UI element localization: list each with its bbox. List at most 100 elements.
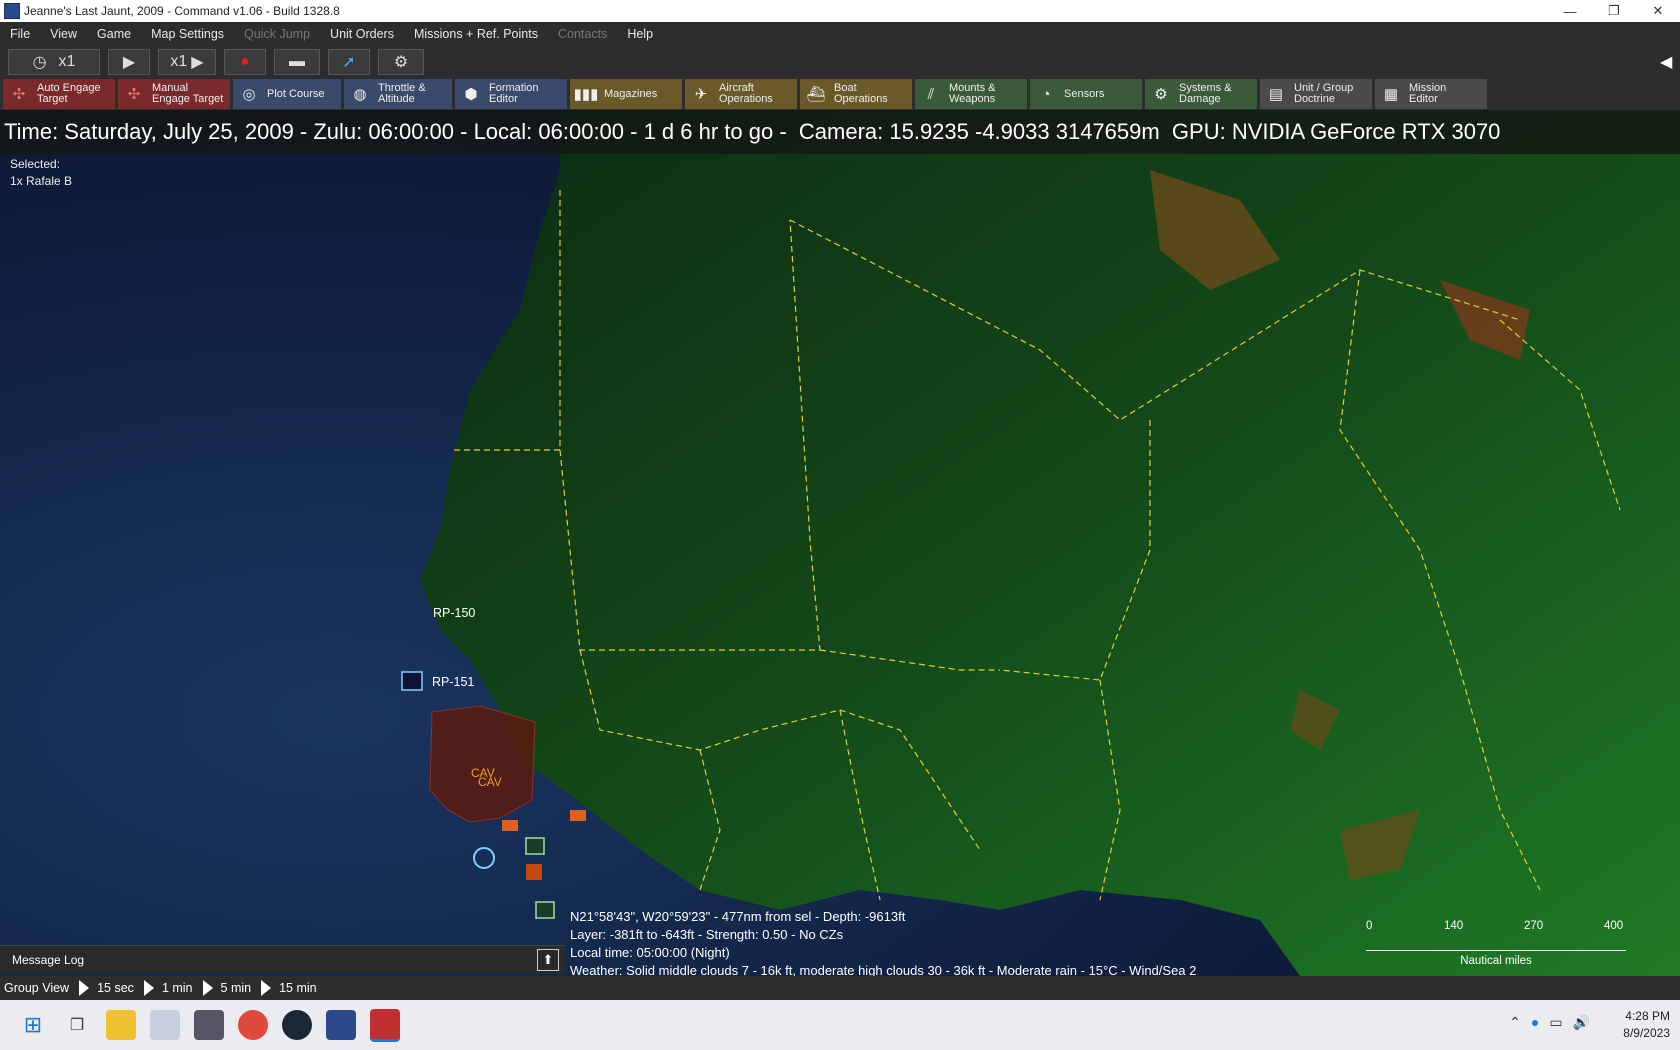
tactical-map[interactable]: RP-150 RP-151 CAV CAV: [0, 110, 1680, 976]
selected-unit: 1x Rafale B: [10, 174, 73, 188]
gear-icon: ⚙: [1154, 85, 1168, 103]
game-launcher-icon[interactable]: [326, 1010, 356, 1040]
group-view-5min[interactable]: 5 min: [202, 980, 251, 996]
unit-marker[interactable]: [401, 671, 423, 691]
menu-game[interactable]: Game: [87, 27, 141, 41]
manual-engage-button[interactable]: ✣ Manual Engage Target: [118, 79, 230, 109]
magazines-button[interactable]: ▮▮▮ Magazines: [570, 79, 682, 109]
steam-icon[interactable]: [282, 1010, 312, 1040]
auto-engage-button[interactable]: ✣ Auto Engage Target: [3, 79, 115, 109]
mission-editor-button[interactable]: ▦ Mission Editor: [1375, 79, 1487, 109]
menu-quick-jump[interactable]: Quick Jump: [234, 27, 320, 41]
action-toolbar: ✣ Auto Engage Target ✣ Manual Engage Tar…: [0, 78, 1680, 110]
play-button[interactable]: ▶: [108, 49, 150, 75]
group-view-15min[interactable]: 15 min: [261, 980, 317, 996]
map-canvas: [0, 110, 1680, 976]
selection-panel: Selected: 1x Rafale B: [10, 156, 72, 190]
message-log-bar[interactable]: Message Log ⬆: [0, 945, 565, 973]
menu-contacts[interactable]: Contacts: [548, 27, 617, 41]
aircraft-operations-button[interactable]: ✈ Aircraft Operations: [685, 79, 797, 109]
status-text: Time: Saturday, July 25, 2009 - Zulu: 06…: [4, 119, 1501, 144]
app-icon: [4, 3, 20, 19]
file-explorer-icon[interactable]: [106, 1010, 136, 1040]
clock-date: 8/9/2023: [1623, 1026, 1670, 1040]
menu-help[interactable]: Help: [617, 27, 663, 41]
time-controls: ◷ x1 ▶ x1 ▶ ● ▬ ➚ ⚙: [0, 46, 1680, 78]
task-view-icon[interactable]: ❐: [62, 1010, 92, 1040]
calculator-icon[interactable]: [194, 1010, 224, 1040]
chrome-icon[interactable]: [238, 1010, 268, 1040]
unit-marker[interactable]: [535, 901, 555, 919]
window-titlebar: Jeanne's Last Jaunt, 2009 - Command v1.0…: [0, 0, 1680, 22]
terrain-icon: ▬: [289, 53, 305, 70]
option-label: 15 sec: [97, 981, 134, 995]
weapons-icon: ⫽: [927, 85, 935, 103]
app-tray-icon[interactable]: ●: [1531, 1014, 1539, 1031]
maximize-button[interactable]: ❐: [1592, 0, 1636, 22]
plot-course-button[interactable]: ◎ Plot Course: [233, 79, 341, 109]
tool-label: Sensors: [1064, 87, 1105, 100]
collapse-panel-icon[interactable]: ◀: [1660, 52, 1672, 72]
menu-map-settings[interactable]: Map Settings: [141, 27, 234, 41]
aircraft-icon: ✈: [694, 85, 708, 103]
unit-marker[interactable]: [525, 837, 545, 855]
cursor-layer: Layer: -381ft to -643ft - Strength: 0.50…: [570, 927, 844, 942]
scale-tick: 400: [1604, 920, 1624, 932]
ref-point-label[interactable]: RP-151: [432, 675, 474, 689]
volume-icon[interactable]: 🔊: [1573, 1014, 1590, 1031]
throttle-altitude-button[interactable]: ◍ Throttle & Altitude: [344, 79, 452, 109]
start-icon[interactable]: ⊞: [18, 1010, 48, 1040]
group-view-bar: Group View 15 sec 1 min 5 min 15 min: [0, 976, 1680, 1000]
scale-bar: 0 140 270 400 Nautical miles: [1366, 920, 1626, 967]
mounts-weapons-button[interactable]: ⫽ Mounts & Weapons: [915, 79, 1027, 109]
step-button[interactable]: x1 ▶: [158, 49, 216, 75]
scale-unit: Nautical miles: [1460, 955, 1532, 967]
minimize-button[interactable]: —: [1548, 0, 1592, 22]
system-clock[interactable]: 4:28 PM 8/9/2023: [1623, 1008, 1670, 1042]
record-button[interactable]: ●: [224, 49, 266, 75]
message-log-label: Message Log: [12, 952, 85, 967]
jump-button[interactable]: ➚: [328, 49, 370, 75]
network-icon[interactable]: ▭: [1549, 1014, 1562, 1031]
doctrine-button[interactable]: ▤ Unit / Group Doctrine: [1260, 79, 1372, 109]
time-compression-button[interactable]: ◷ x1: [8, 49, 100, 75]
group-view-label: Group View: [4, 981, 70, 995]
formation-editor-button[interactable]: ⬢ Formation Editor: [455, 79, 567, 109]
boat-icon: ⛴: [806, 85, 826, 103]
menu-missions[interactable]: Missions + Ref. Points: [404, 27, 548, 41]
crosshair-icon: ✣: [12, 85, 26, 103]
close-button[interactable]: ✕: [1636, 0, 1680, 22]
tool-label: Magazines: [604, 87, 658, 100]
record-icon: ●: [240, 53, 250, 70]
tool-label: Formation Editor: [489, 82, 539, 105]
scale-line: [1366, 936, 1626, 951]
sensors-button[interactable]: ◔ Sensors: [1030, 79, 1142, 109]
tool-label: Boat Operations: [834, 82, 888, 105]
game-status-line: Time: Saturday, July 25, 2009 - Zulu: 06…: [0, 110, 1680, 154]
notepad-icon[interactable]: [150, 1010, 180, 1040]
tool-label: Auto Engage Target: [37, 82, 101, 105]
ref-point-label[interactable]: RP-150: [433, 606, 475, 620]
tool-label: Mission Editor: [1409, 82, 1447, 105]
terrain-button[interactable]: ▬: [274, 49, 320, 75]
menu-unit-orders[interactable]: Unit Orders: [320, 27, 404, 41]
menu-bar: File View Game Map Settings Quick Jump U…: [0, 22, 1680, 46]
unit-marker[interactable]: [502, 820, 518, 831]
chevron-up-icon[interactable]: ⌃: [1509, 1014, 1521, 1031]
compression-value: x1: [58, 53, 76, 70]
expand-icon[interactable]: ⬆: [537, 949, 559, 971]
group-view-15sec[interactable]: 15 sec: [79, 980, 134, 996]
group-view-1min[interactable]: 1 min: [143, 980, 193, 996]
play-icon: [143, 980, 154, 996]
boat-operations-button[interactable]: ⛴ Boat Operations: [800, 79, 912, 109]
command-app-icon[interactable]: [370, 1008, 400, 1042]
editor-icon: ▦: [1383, 85, 1399, 103]
menu-view[interactable]: View: [40, 27, 87, 41]
menu-file[interactable]: File: [0, 27, 40, 41]
ref-point-zone[interactable]: [429, 705, 536, 823]
unit-marker[interactable]: [570, 810, 586, 821]
systems-damage-button[interactable]: ⚙ Systems & Damage: [1145, 79, 1257, 109]
settings-button[interactable]: ⚙: [378, 49, 424, 75]
play-icon: ▶: [122, 54, 136, 71]
unit-marker[interactable]: [526, 864, 542, 880]
